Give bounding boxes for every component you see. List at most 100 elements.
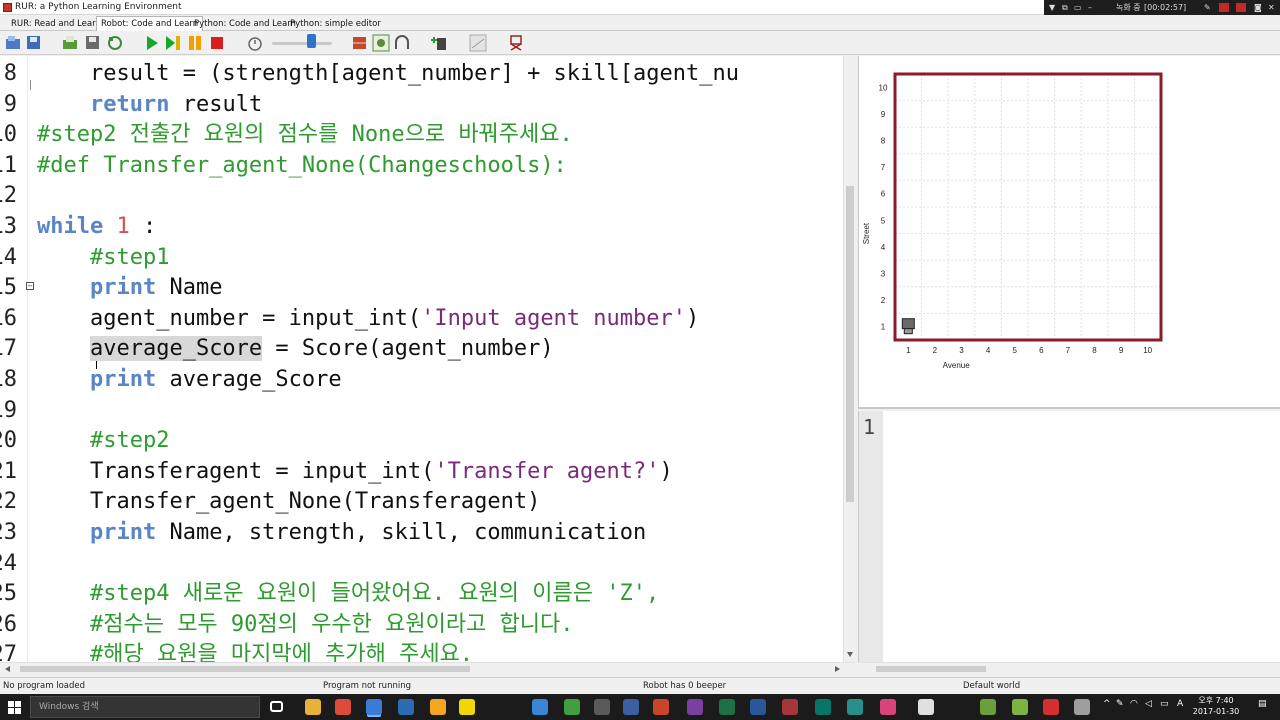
help-robot-icon[interactable] bbox=[507, 34, 525, 52]
tab-robot-code-and-learn[interactable]: Robot: Code and Learn bbox=[96, 16, 204, 31]
minecraft-icon[interactable] bbox=[980, 699, 996, 715]
run-icon[interactable] bbox=[143, 34, 161, 52]
pen-icon[interactable]: ✎ bbox=[1204, 0, 1211, 15]
code-line[interactable]: 27 #해당 요원을 마지막에 추가해 주세요. bbox=[0, 640, 845, 662]
powerpoint-icon[interactable] bbox=[653, 699, 669, 715]
taskbar-search-input[interactable]: Windows 검색 bbox=[30, 696, 260, 718]
code-line[interactable]: 22 Transfer_agent_None(Transferagent) bbox=[0, 487, 845, 517]
ime-indicator[interactable]: A bbox=[1177, 699, 1183, 709]
code-line[interactable]: 17 average_Score = Score(agent_number) bbox=[0, 334, 845, 364]
tab-python-simple-editor[interactable]: Python: simple editor bbox=[285, 16, 386, 31]
code-line[interactable]: 26 #점수는 모두 90점의 우수한 요원이라고 합니다. bbox=[0, 610, 845, 640]
dropdown-icon[interactable]: ▼ bbox=[1049, 0, 1055, 15]
code-text: #해당 요원을 마지막에 추가해 주세요. bbox=[37, 640, 473, 662]
close-icon[interactable]: ✕ bbox=[1268, 0, 1275, 15]
word-icon[interactable] bbox=[750, 699, 766, 715]
code-line[interactable]: 21 Transferagent = input_int('Transfer a… bbox=[0, 457, 845, 487]
android-icon[interactable] bbox=[1012, 699, 1028, 715]
record-stop-button[interactable] bbox=[1236, 3, 1246, 12]
windows-start-icon[interactable] bbox=[8, 701, 21, 714]
python-icon[interactable] bbox=[623, 699, 639, 715]
window-icon[interactable]: ⧉ bbox=[1062, 0, 1068, 15]
string-token: 'Input agent number' bbox=[421, 305, 687, 331]
open-program-icon[interactable] bbox=[62, 34, 80, 52]
stop-icon[interactable] bbox=[208, 34, 226, 52]
avenue-tick-label: 4 bbox=[986, 346, 991, 355]
code-line[interactable]: 14 #step1 bbox=[0, 243, 845, 273]
code-line[interactable]: 16 agent_number = input_int('Input agent… bbox=[0, 304, 845, 334]
code-line[interactable]: 24 bbox=[0, 549, 845, 579]
action-center-icon[interactable]: ▤ bbox=[1258, 699, 1267, 709]
editor-horizontal-scrollbar[interactable] bbox=[0, 662, 855, 674]
publisher-icon[interactable] bbox=[815, 699, 831, 715]
onenote-icon[interactable] bbox=[687, 699, 703, 715]
code-editor[interactable]: − 8 result = (strength[agent_number] + s… bbox=[0, 56, 855, 662]
tab-read-and-learn[interactable]: RUR: Read and Learn bbox=[6, 16, 106, 31]
tray-network-icon[interactable]: ▭ bbox=[1160, 699, 1169, 709]
minimize-icon[interactable]: – bbox=[1088, 0, 1092, 15]
editor-vertical-scroll-thumb[interactable] bbox=[846, 186, 854, 502]
code-line[interactable]: 15 print Name bbox=[0, 273, 845, 303]
tray-wifi-icon[interactable]: ◠ bbox=[1130, 699, 1138, 709]
file-explorer-icon[interactable] bbox=[305, 699, 321, 715]
store-icon[interactable] bbox=[594, 699, 610, 715]
task-view-icon[interactable] bbox=[270, 701, 283, 712]
add-robot-icon[interactable] bbox=[430, 34, 448, 52]
reload-icon[interactable] bbox=[106, 34, 124, 52]
tray-chevron-icon[interactable]: ^ bbox=[1103, 699, 1111, 709]
code-line[interactable]: 8 result = (strength[agent_number] + ski… bbox=[0, 59, 845, 89]
beepers-icon[interactable] bbox=[372, 34, 390, 52]
output-console[interactable]: 1 bbox=[858, 411, 1280, 662]
camera-icon[interactable]: ◙ bbox=[1254, 0, 1262, 15]
snipping-icon[interactable] bbox=[880, 699, 896, 715]
editor-horizontal-scroll-thumb[interactable] bbox=[20, 666, 470, 672]
code-line[interactable]: 11 #def Transfer_agent_None(Changeschools… bbox=[0, 151, 845, 181]
code-line[interactable]: 19 bbox=[0, 396, 845, 426]
scroll-right-arrow-icon[interactable] bbox=[835, 666, 840, 672]
output-horizontal-scrollbar[interactable] bbox=[858, 662, 1280, 674]
world-chart-icon[interactable] bbox=[469, 34, 487, 52]
tray-pen-icon[interactable]: ✎ bbox=[1116, 699, 1124, 709]
pause-icon[interactable] bbox=[186, 34, 204, 52]
excel-icon[interactable] bbox=[719, 699, 735, 715]
taskbar-clock[interactable]: 오후 7:40 2017-01-30 bbox=[1190, 695, 1242, 717]
output-horizontal-scroll-thumb[interactable] bbox=[876, 666, 986, 672]
restore-icon[interactable]: ▭ bbox=[1074, 0, 1082, 15]
speed-timer-icon[interactable] bbox=[246, 34, 264, 52]
code-line[interactable]: 18 print average_Score bbox=[0, 365, 845, 395]
kakaotalk-icon[interactable] bbox=[459, 699, 475, 715]
speed-slider-thumb[interactable] bbox=[307, 34, 316, 48]
code-line[interactable]: 9 return result bbox=[0, 90, 845, 120]
open-world-icon[interactable] bbox=[5, 34, 23, 52]
access-icon[interactable] bbox=[782, 699, 798, 715]
code-line[interactable]: 10 #step2 전출간 요원의 점수를 None으로 바꿔주세요. bbox=[0, 120, 845, 150]
sway-icon[interactable] bbox=[847, 699, 863, 715]
rur-app-icon[interactable] bbox=[366, 699, 382, 715]
chrome-canary-icon[interactable] bbox=[430, 699, 446, 715]
recording-icon[interactable] bbox=[1043, 699, 1059, 715]
edge-icon[interactable] bbox=[532, 699, 548, 715]
editor-vertical-scrollbar[interactable] bbox=[843, 56, 855, 662]
audio-icon[interactable] bbox=[1074, 699, 1090, 715]
street-tick-label: 5 bbox=[881, 216, 886, 225]
speed-slider-track[interactable] bbox=[272, 42, 332, 45]
scroll-down-arrow-icon[interactable] bbox=[847, 652, 853, 657]
save-program-icon[interactable] bbox=[84, 34, 102, 52]
edit-walls-icon[interactable] bbox=[351, 34, 369, 52]
robot-world-canvas[interactable]: 1 2 3 4 5 6 7 8 9 10 1 2 3 4 5 6 7 8 9 10 Avenue Street bbox=[859, 56, 1279, 406]
tray-volume-icon[interactable]: ◁ bbox=[1145, 699, 1152, 709]
code-line[interactable]: 25 #step4 새로운 요원이 들어왔어요. 요원의 이름은 'Z', bbox=[0, 579, 845, 609]
code-line[interactable]: 13 while 1 : bbox=[0, 212, 845, 242]
capture-icon[interactable] bbox=[918, 699, 934, 715]
step-icon[interactable] bbox=[164, 34, 182, 52]
chrome-icon[interactable] bbox=[335, 699, 351, 715]
robot-settings-icon[interactable] bbox=[393, 34, 411, 52]
code-line[interactable]: 12 bbox=[0, 181, 845, 211]
save-world-icon[interactable] bbox=[25, 34, 43, 52]
record-pause-button[interactable] bbox=[1219, 3, 1229, 12]
code-line[interactable]: 20 #step2 bbox=[0, 426, 845, 456]
scroll-left-arrow-icon[interactable] bbox=[5, 666, 10, 672]
evernote-icon[interactable] bbox=[564, 699, 580, 715]
paint-icon[interactable] bbox=[398, 699, 414, 715]
code-line[interactable]: 23 print Name, strength, skill, communic… bbox=[0, 518, 845, 548]
